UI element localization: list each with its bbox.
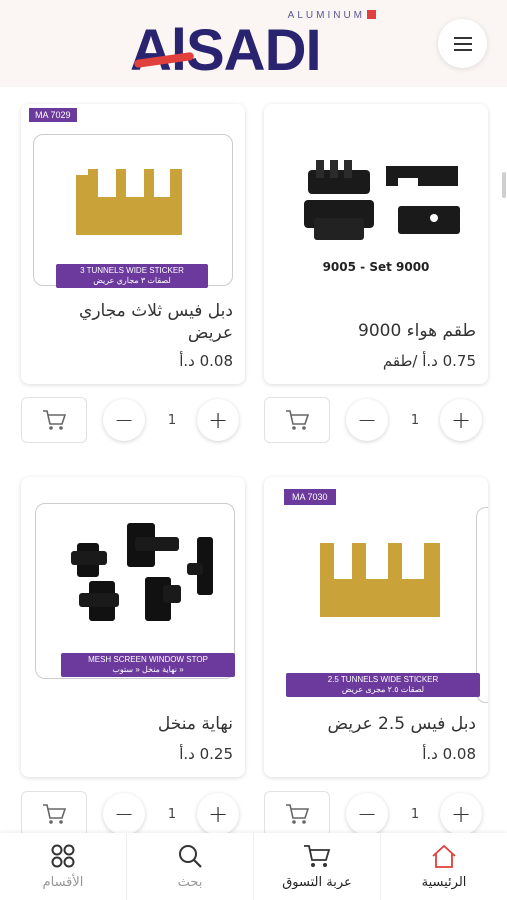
quantity-value: 1 xyxy=(410,807,420,822)
sticker-part-image xyxy=(76,169,182,235)
add-to-cart-button[interactable] xyxy=(264,791,330,837)
bottom-navigation: الأقسام بحث عربة التسوق الرئيسية xyxy=(0,833,507,900)
minus-icon: − xyxy=(356,406,378,434)
quantity-value: 1 xyxy=(167,413,177,428)
minus-icon: − xyxy=(113,406,135,434)
product-card[interactable]: MA 7030 2.5 TUNNELS WIDE STICKER لصقات ٢… xyxy=(264,477,488,777)
cart-icon xyxy=(286,410,309,430)
quantity-value: 1 xyxy=(167,807,177,822)
product-card[interactable]: MESH SCREEN WINDOW STOP نهاية منخل « ستو… xyxy=(21,477,245,777)
product-sticker-label: 3 TUNNELS WIDE STICKER لصقات ٣ مجاري عري… xyxy=(56,264,208,288)
menu-button[interactable] xyxy=(438,19,487,68)
air-set-parts-image xyxy=(304,160,460,240)
quantity-value: 1 xyxy=(410,413,420,428)
product-image: MA 7030 2.5 TUNNELS WIDE STICKER لصقات ٢… xyxy=(264,477,488,703)
app-header: ALUMINUM AlSADI xyxy=(0,0,507,87)
nav-cart[interactable]: عربة التسوق xyxy=(253,833,380,900)
nav-categories[interactable]: الأقسام xyxy=(0,833,126,900)
minus-icon: − xyxy=(113,800,135,828)
product-card[interactable]: 9005 - Set 9000 طقم هواء 9000 0.75 د.أ /… xyxy=(264,104,488,384)
minus-icon: − xyxy=(356,800,378,828)
increase-quantity-button[interactable]: + xyxy=(440,399,482,441)
product-price: 0.25 د.أ xyxy=(179,745,233,763)
add-to-cart-button[interactable] xyxy=(21,397,87,443)
sticker-part-image xyxy=(320,543,440,617)
plus-icon: + xyxy=(207,406,229,434)
home-icon xyxy=(432,844,456,868)
cart-icon xyxy=(286,804,309,824)
cart-icon xyxy=(304,845,331,867)
plus-icon: + xyxy=(450,800,472,828)
product-price: 0.08 د.أ xyxy=(422,745,476,763)
image-caption: 9005 - Set 9000 xyxy=(322,260,430,274)
decrease-quantity-button[interactable]: − xyxy=(346,793,388,835)
logo-flag-icon xyxy=(367,10,376,19)
product-price: 0.75 د.أ /طقم xyxy=(382,352,476,370)
nav-home-label: الرئيسية xyxy=(421,875,467,890)
product-image: 9005 - Set 9000 xyxy=(264,104,488,304)
search-icon xyxy=(179,845,202,868)
decrease-quantity-button[interactable]: − xyxy=(103,399,145,441)
cart-icon xyxy=(43,410,66,430)
product-image: MESH SCREEN WINDOW STOP نهاية منخل « ستو… xyxy=(21,477,245,679)
nav-search-label: بحث xyxy=(177,875,203,890)
product-title[interactable]: طقم هواء 9000 xyxy=(272,320,476,342)
mesh-stop-parts-image xyxy=(71,523,213,621)
decrease-quantity-button[interactable]: − xyxy=(346,399,388,441)
cart-icon xyxy=(43,804,66,824)
product-price: 0.08 د.أ xyxy=(179,352,233,370)
alsadi-logo[interactable]: ALUMINUM AlSADI xyxy=(130,8,380,82)
plus-icon: + xyxy=(450,406,472,434)
product-code-tag: MA 7030 xyxy=(284,489,336,505)
nav-cart-label: عربة التسوق xyxy=(282,875,352,890)
nav-categories-label: الأقسام xyxy=(42,875,84,890)
product-sticker-label: MESH SCREEN WINDOW STOP نهاية منخل « ستو… xyxy=(61,653,235,677)
nav-home[interactable]: الرئيسية xyxy=(380,833,507,900)
product-code-tag: MA 7029 xyxy=(29,108,77,122)
scrollbar-thumb[interactable] xyxy=(502,172,506,198)
increase-quantity-button[interactable]: + xyxy=(440,793,482,835)
product-image: MA 7029 3 TUNNELS WIDE STICKER لصقات ٣ م… xyxy=(21,104,245,304)
plus-icon: + xyxy=(207,800,229,828)
increase-quantity-button[interactable]: + xyxy=(197,793,239,835)
logo-wordmark: AlSADI xyxy=(130,18,322,83)
add-to-cart-button[interactable] xyxy=(21,791,87,837)
product-card[interactable]: MA 7029 3 TUNNELS WIDE STICKER لصقات ٣ م… xyxy=(21,104,245,384)
menu-icon xyxy=(453,36,472,51)
product-title[interactable]: دبل فيس ثلاث مجاري عريض xyxy=(29,300,233,344)
product-title[interactable]: نهاية منخل xyxy=(29,713,233,735)
decrease-quantity-button[interactable]: − xyxy=(103,793,145,835)
add-to-cart-button[interactable] xyxy=(264,397,330,443)
product-sticker-label: 2.5 TUNNELS WIDE STICKER لصقات ٢.٥ مجرى … xyxy=(286,673,480,697)
increase-quantity-button[interactable]: + xyxy=(197,399,239,441)
grid-icon xyxy=(51,844,75,868)
product-title[interactable]: دبل فيس 2.5 عريض xyxy=(272,713,476,735)
nav-search[interactable]: بحث xyxy=(126,833,253,900)
